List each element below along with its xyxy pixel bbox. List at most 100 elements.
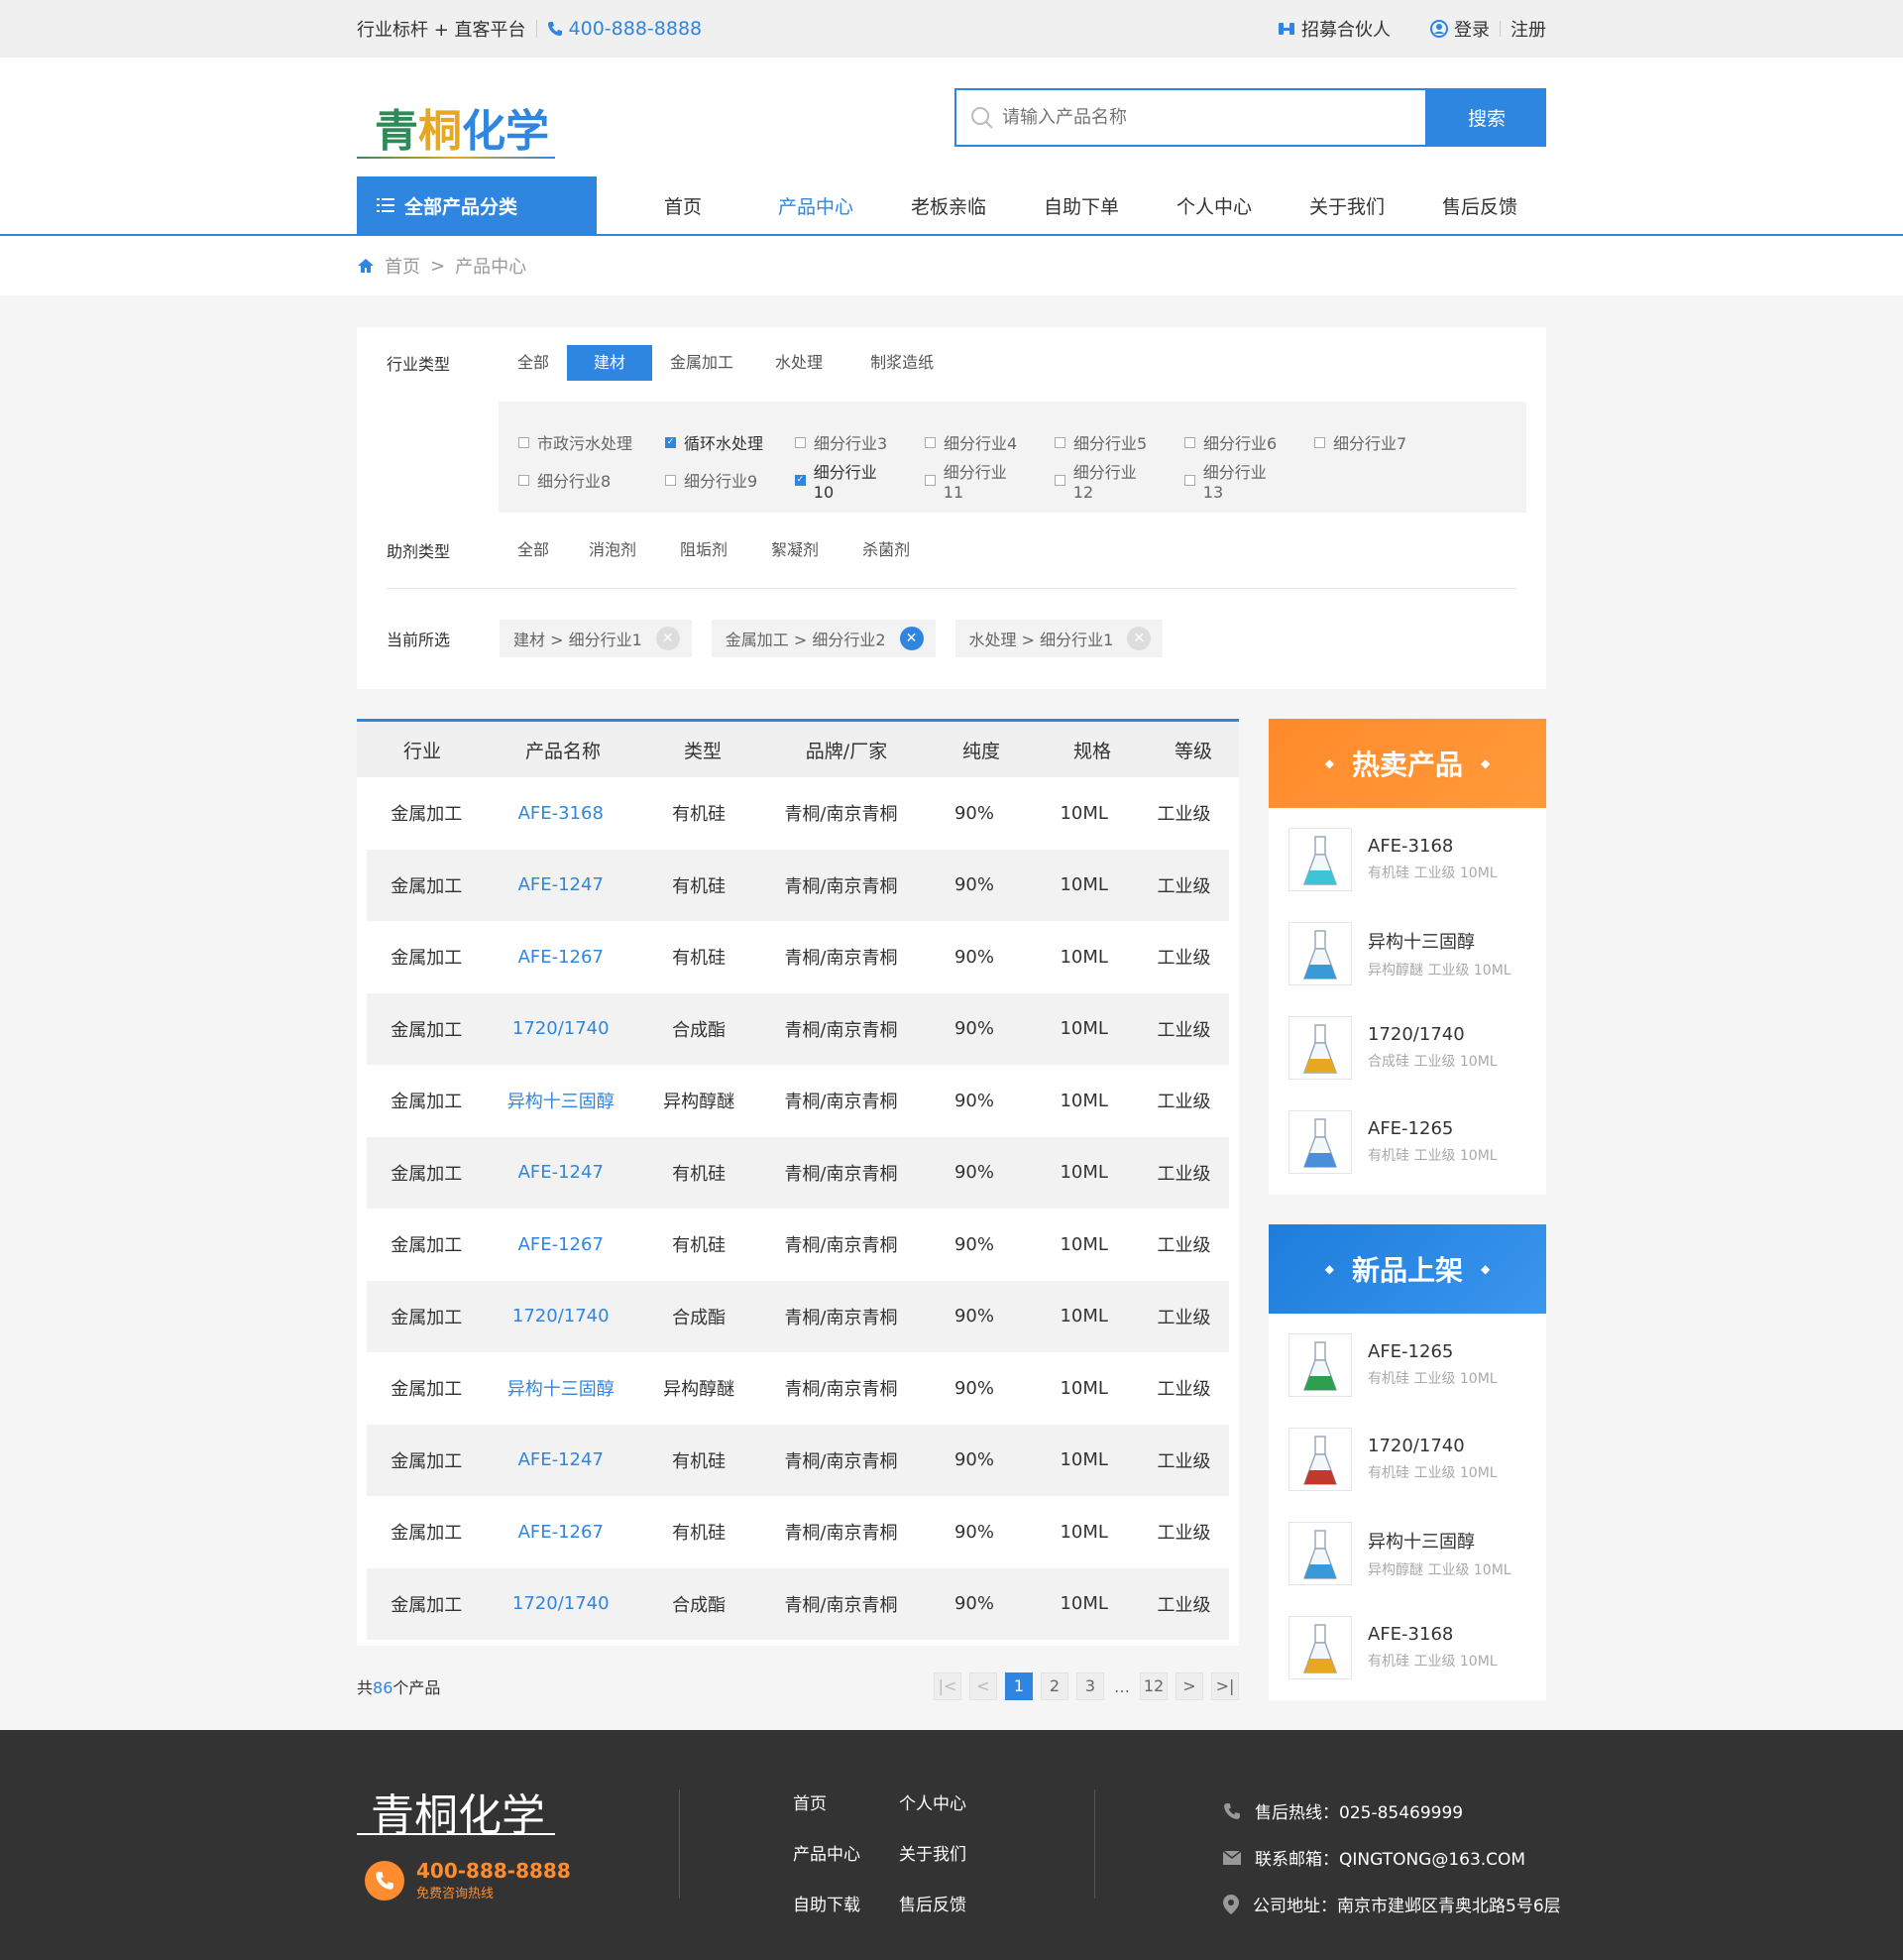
table-row[interactable]: 金属加工 异构十三固醇 异构醇醚 青桐/南京青桐 90% 10ML 工业级 (367, 1065, 1229, 1137)
product-name-link[interactable]: 异构十三固醇 (487, 1088, 635, 1113)
partner-link[interactable]: 招募合伙人 (1278, 16, 1391, 42)
agent-option[interactable]: 阻垢剂 (658, 532, 749, 568)
side-product-item[interactable]: AFE-3168 有机硅 工业级 10ML (1269, 812, 1546, 906)
sub-industry-checkbox[interactable]: 细分行业5 (1055, 430, 1155, 454)
remove-tag-icon[interactable]: ✕ (655, 627, 680, 650)
product-name-link[interactable]: AFE-3168 (487, 803, 635, 824)
prev-page-icon[interactable]: < (969, 1672, 997, 1700)
register-link[interactable]: 注册 (1511, 16, 1546, 42)
product-thumbnail[interactable] (1288, 827, 1352, 891)
table-cell: 10ML (1060, 1449, 1108, 1471)
sub-industry-checkbox[interactable]: 细分行业3 (795, 430, 895, 454)
table-row[interactable]: 金属加工 AFE-1267 有机硅 青桐/南京青桐 90% 10ML 工业级 (367, 1209, 1229, 1281)
sub-industry-checkbox[interactable]: 细分行业4 (925, 430, 1025, 454)
footer-link[interactable]: 关于我们 (899, 1840, 998, 1865)
product-thumbnail[interactable] (1288, 1427, 1352, 1491)
product-thumbnail[interactable] (1288, 1109, 1352, 1174)
footer-link[interactable]: 自助下载 (793, 1891, 899, 1915)
page-button[interactable]: 1 (1005, 1672, 1033, 1700)
sub-industry-checkbox[interactable]: 市政污水处理 (518, 430, 635, 454)
product-name-link[interactable]: 1720/1740 (487, 1593, 635, 1614)
product-name-link[interactable]: AFE-1267 (487, 1522, 635, 1543)
first-page-icon[interactable]: |< (934, 1672, 961, 1700)
page-button[interactable]: 3 (1076, 1672, 1104, 1700)
nav-products[interactable]: 产品中心 (749, 192, 882, 219)
agent-option[interactable]: 全部 (500, 532, 567, 568)
product-name-link[interactable]: 异构十三固醇 (487, 1375, 635, 1401)
industry-option[interactable]: 全部 (500, 345, 567, 381)
sub-industry-checkbox[interactable]: ✓ 循环水处理 (665, 430, 765, 454)
product-name-link[interactable]: AFE-1247 (487, 1162, 635, 1183)
side-product-item[interactable]: AFE-1265 有机硅 工业级 10ML (1269, 1095, 1546, 1189)
product-name-link[interactable]: AFE-1247 (487, 1449, 635, 1470)
table-row[interactable]: 金属加工 AFE-1247 有机硅 青桐/南京青桐 90% 10ML 工业级 (367, 849, 1229, 921)
last-page-icon[interactable]: >| (1211, 1672, 1239, 1700)
table-row[interactable]: 金属加工 AFE-1247 有机硅 青桐/南京青桐 90% 10ML 工业级 (367, 1424, 1229, 1496)
side-product-item[interactable]: 1720/1740 合成硅 工业级 10ML (1269, 1000, 1546, 1095)
sub-industry-checkbox[interactable]: 细分行业12 (1055, 459, 1155, 502)
site-logo[interactable]: 青 桐 化 学 (357, 93, 555, 163)
table-cell: 有机硅 (672, 948, 727, 970)
remove-tag-icon[interactable]: ✕ (1127, 627, 1152, 650)
sub-industry-checkbox[interactable]: ✓ 细分行业10 (795, 459, 895, 502)
sub-industry-checkbox[interactable]: 细分行业8 (518, 468, 635, 492)
table-row[interactable]: 金属加工 AFE-3168 有机硅 青桐/南京青桐 90% 10ML 工业级 (367, 777, 1229, 850)
nav-boss[interactable]: 老板亲临 (882, 192, 1015, 219)
product-thumbnail[interactable] (1288, 921, 1352, 985)
side-product-item[interactable]: AFE-3168 有机硅 工业级 10ML (1269, 1600, 1546, 1694)
table-row[interactable]: 金属加工 AFE-1267 有机硅 青桐/南京青桐 90% 10ML 工业级 (367, 1496, 1229, 1568)
product-thumbnail[interactable] (1288, 1015, 1352, 1080)
top-phone[interactable]: 400-888-8888 (547, 18, 702, 40)
table-row[interactable]: 金属加工 1720/1740 合成酯 青桐/南京青桐 90% 10ML 工业级 (367, 1567, 1229, 1640)
product-thumbnail[interactable] (1288, 1521, 1352, 1585)
industry-option[interactable]: 建材 (567, 345, 653, 381)
breadcrumb-home[interactable]: 首页 (385, 253, 420, 279)
nav-order[interactable]: 自助下单 (1015, 192, 1148, 219)
nav-personal[interactable]: 个人中心 (1148, 192, 1281, 219)
side-product-item[interactable]: 1720/1740 有机硅 工业级 10ML (1269, 1412, 1546, 1506)
table-row[interactable]: 金属加工 1720/1740 合成酯 青桐/南京青桐 90% 10ML 工业级 (367, 992, 1229, 1065)
side-product-item[interactable]: 异构十三固醇 异构醇醚 工业级 10ML (1269, 906, 1546, 1000)
sub-industry-checkbox[interactable]: 细分行业9 (665, 468, 765, 492)
sub-industry-checkbox[interactable]: 细分行业6 (1184, 430, 1285, 454)
agent-option[interactable]: 杀菌剂 (840, 532, 932, 568)
side-product-item[interactable]: AFE-1265 有机硅 工业级 10ML (1269, 1318, 1546, 1412)
page-button[interactable]: 2 (1041, 1672, 1068, 1700)
product-thumbnail[interactable] (1288, 1332, 1352, 1397)
agent-option[interactable]: 絮凝剂 (749, 532, 840, 568)
product-name-link[interactable]: 1720/1740 (487, 1306, 635, 1326)
search-button[interactable]: 搜索 (1427, 88, 1546, 147)
nav-about[interactable]: 关于我们 (1281, 192, 1413, 219)
footer-link[interactable]: 产品中心 (793, 1840, 899, 1865)
search-input[interactable] (1002, 107, 1379, 128)
login-link[interactable]: 登录 (1430, 16, 1490, 42)
industry-option[interactable]: 水处理 (751, 345, 846, 381)
footer-link[interactable]: 首页 (793, 1789, 899, 1814)
product-name-link[interactable]: AFE-1267 (487, 947, 635, 968)
product-name-link[interactable]: 1720/1740 (487, 1018, 635, 1039)
table-row[interactable]: 金属加工 AFE-1247 有机硅 青桐/南京青桐 90% 10ML 工业级 (367, 1136, 1229, 1209)
industry-option[interactable]: 金属加工 (652, 345, 751, 381)
product-name-link[interactable]: AFE-1247 (487, 874, 635, 895)
table-row[interactable]: 金属加工 异构十三固醇 异构醇醚 青桐/南京青桐 90% 10ML 工业级 (367, 1352, 1229, 1425)
agent-option[interactable]: 消泡剂 (567, 532, 658, 568)
sub-industry-checkbox[interactable]: 细分行业11 (925, 459, 1025, 502)
home-icon[interactable] (357, 257, 375, 275)
footer-link[interactable]: 个人中心 (899, 1789, 998, 1814)
nav-feedback[interactable]: 售后反馈 (1413, 192, 1546, 219)
footer-link[interactable]: 售后反馈 (899, 1891, 998, 1915)
side-product-item[interactable]: 异构十三固醇 异构醇醚 工业级 10ML (1269, 1506, 1546, 1600)
product-name-link[interactable]: AFE-1267 (487, 1234, 635, 1255)
sub-industry-checkbox[interactable]: 细分行业7 (1314, 430, 1414, 454)
table-row[interactable]: 金属加工 1720/1740 合成酯 青桐/南京青桐 90% 10ML 工业级 (367, 1280, 1229, 1352)
page-button[interactable]: 12 (1140, 1672, 1168, 1700)
footer-logo[interactable]: 青桐化学 (357, 1780, 555, 1841)
sub-industry-checkbox[interactable]: 细分行业13 (1184, 459, 1285, 502)
product-thumbnail[interactable] (1288, 1615, 1352, 1679)
table-row[interactable]: 金属加工 AFE-1267 有机硅 青桐/南京青桐 90% 10ML 工业级 (367, 921, 1229, 993)
remove-tag-icon[interactable]: ✕ (899, 627, 924, 650)
industry-option[interactable]: 制浆造纸 (846, 345, 957, 381)
next-page-icon[interactable]: > (1175, 1672, 1203, 1700)
nav-home[interactable]: 首页 (616, 192, 749, 219)
all-categories-button[interactable]: 全部产品分类 (357, 176, 597, 234)
